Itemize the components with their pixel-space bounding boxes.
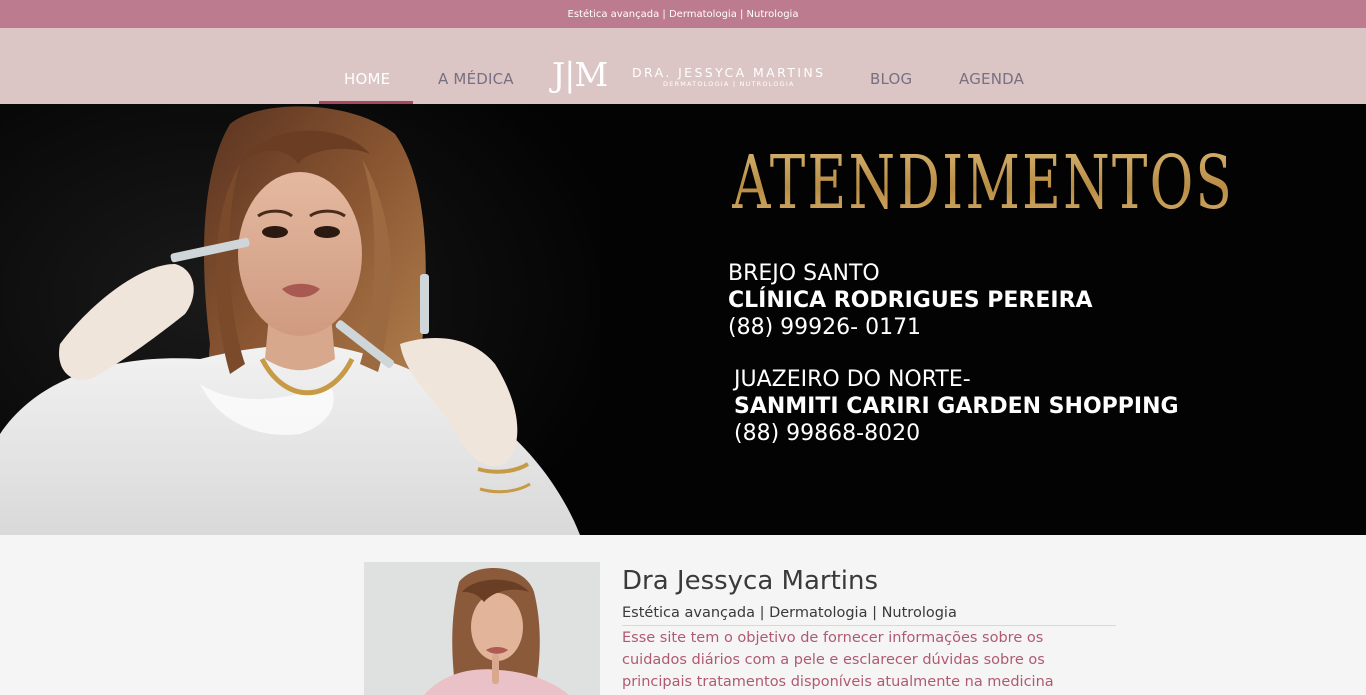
location-phone[interactable]: (88) 99926- 0171 (728, 314, 1093, 341)
main-navigation: HOME A MÉDICA J|M DRA. JESSYCA MARTINS D… (0, 28, 1366, 104)
site-logo[interactable]: J|M DRA. JESSYCA MARTINS DERMATOLOGIA | … (552, 57, 837, 93)
about-doctor-name: Dra Jessyca Martins (622, 566, 879, 596)
hero-banner: ATENDIMENTOS BREJO SANTO CLÍNICA RODRIGU… (0, 104, 1366, 535)
about-specialties: Estética avançada | Dermatologia | Nutro… (622, 605, 957, 621)
about-divider (622, 625, 1116, 626)
location-clinic: SANMITI CARIRI GARDEN SHOPPING (734, 394, 1179, 419)
location-city: BREJO SANTO (728, 261, 880, 286)
logo-monogram: J|M (552, 55, 608, 94)
location-brejo-santo: BREJO SANTO CLÍNICA RODRIGUES PEREIRA (8… (728, 260, 1093, 341)
top-announcement-text: Estética avançada | Dermatologia | Nutro… (567, 8, 799, 20)
nav-blog[interactable]: BLOG (870, 70, 912, 88)
doctor-hero-photo (0, 104, 600, 535)
location-clinic: CLÍNICA RODRIGUES PEREIRA (728, 288, 1093, 313)
logo-subtitle: DERMATOLOGIA | NUTROLOGIA (663, 80, 795, 88)
nav-agenda[interactable]: AGENDA (959, 70, 1024, 88)
about-description: Esse site tem o objetivo de fornecer inf… (622, 630, 1054, 690)
nav-home[interactable]: HOME (344, 70, 390, 88)
location-juazeiro-do-norte: JUAZEIRO DO NORTE- SANMITI CARIRI GARDEN… (734, 366, 1179, 447)
logo-name: DRA. JESSYCA MARTINS (632, 65, 826, 80)
doctor-portrait-photo (364, 562, 600, 695)
location-phone[interactable]: (88) 99868-8020 (734, 420, 1179, 447)
location-city: JUAZEIRO DO NORTE- (734, 367, 971, 392)
hero-title: ATENDIMENTOS (732, 140, 1235, 226)
nav-a-medica[interactable]: A MÉDICA (438, 70, 514, 88)
top-announcement-bar: Estética avançada | Dermatologia | Nutro… (0, 0, 1366, 28)
about-section: Dra Jessyca Martins Estética avançada | … (0, 535, 1366, 695)
